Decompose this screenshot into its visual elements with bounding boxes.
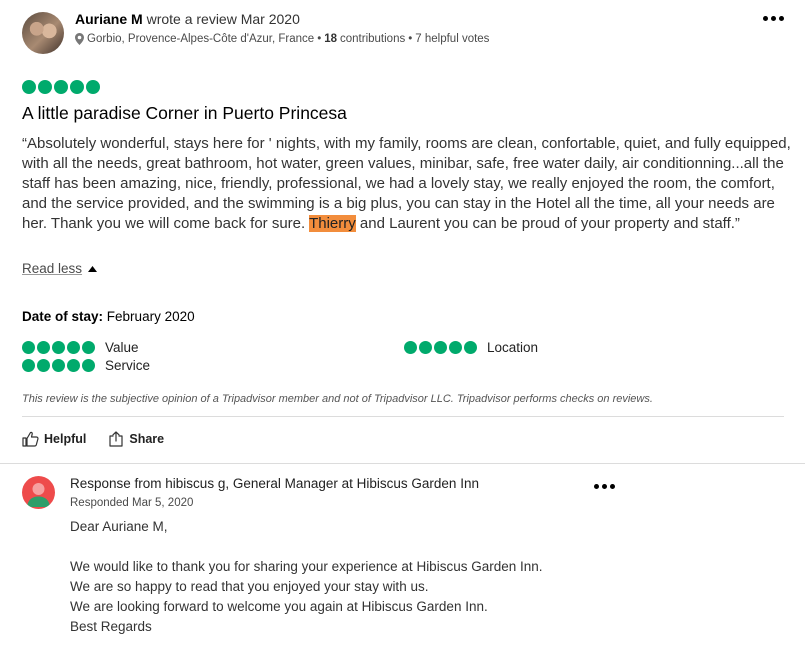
subrating-bubbles [404, 341, 477, 354]
review-body-text: and Laurent you can be proud of your pro… [355, 215, 740, 232]
subrating-bubbles [22, 341, 95, 354]
rating-bubble-icon [70, 80, 84, 94]
rating-bubble-icon [434, 341, 447, 354]
rating-bubble-icon [54, 80, 68, 94]
date-of-stay-value: February 2020 [106, 309, 195, 324]
review-body: “Absolutely wonderful, stays here for ' … [22, 134, 792, 234]
date-of-stay: Date of stay: February 2020 [22, 309, 195, 324]
caret-up-icon [88, 265, 98, 272]
rating-bubble-icon [52, 341, 65, 354]
contributions-label: contributions [340, 33, 406, 45]
divider [22, 416, 784, 417]
rating-bubble-icon [52, 359, 65, 372]
review-wrote-text: wrote a review Mar 2020 [146, 11, 300, 27]
share-label: Share [129, 432, 165, 446]
divider [0, 463, 805, 464]
rating-bubble-icon [22, 80, 36, 94]
reviewer-meta: Gorbio, Provence-Alpes-Côte d'Azur, Fran… [75, 33, 489, 45]
thumbs-up-icon [22, 431, 39, 447]
subrating-value: Value [22, 340, 139, 355]
response-date: Responded Mar 5, 2020 [70, 497, 194, 509]
share-button[interactable]: Share [108, 431, 164, 447]
rating-bubble-icon [404, 341, 417, 354]
rating-bubble-icon [67, 359, 80, 372]
subrating-bubbles [22, 359, 95, 372]
rating-bubble-icon [37, 359, 50, 372]
rating-bubble-icon [37, 341, 50, 354]
rating-bubble-icon [419, 341, 432, 354]
rating-bubble-icon [86, 80, 100, 94]
date-of-stay-label: Date of stay: [22, 309, 104, 324]
read-less-label: Read less [22, 261, 83, 276]
location-pin-icon [75, 33, 84, 45]
subrating-label: Value [105, 340, 139, 355]
contributions-count: 18 [324, 33, 338, 45]
reviewer-location: Gorbio, Provence-Alpes-Côte d'Azur, Fran… [87, 33, 315, 45]
review-title[interactable]: A little paradise Corner in Puerto Princ… [22, 103, 347, 124]
response-more-options-icon[interactable] [594, 484, 615, 489]
review-highlight: Thierry [309, 215, 356, 232]
more-options-icon[interactable] [763, 16, 784, 21]
subrating-service: Service [22, 358, 150, 373]
read-less-toggle[interactable]: Read less [22, 261, 98, 276]
review-disclaimer: This review is the subjective opinion of… [22, 393, 653, 405]
meta-separator: • [317, 33, 322, 45]
subrating-location: Location [404, 340, 538, 355]
meta-separator: • [408, 33, 413, 45]
subrating-label: Location [487, 340, 539, 355]
reviewer-name[interactable]: Auriane M [75, 11, 143, 27]
rating-bubble-icon [464, 341, 477, 354]
review-actions: Helpful Share [22, 431, 164, 447]
subrating-label: Service [105, 358, 151, 373]
helpful-button[interactable]: Helpful [22, 431, 86, 447]
response-header: Response from hibiscus g, General Manage… [70, 476, 479, 491]
rating-bubble-icon [22, 359, 35, 372]
reviewer-avatar[interactable] [22, 12, 64, 54]
overall-rating-bubbles [22, 80, 100, 94]
review-header: Auriane M wrote a review Mar 2020 [75, 11, 300, 27]
response-body: Dear Auriane M, We would like to thank y… [70, 519, 543, 634]
rating-bubble-icon [38, 80, 52, 94]
rating-bubble-icon [449, 341, 462, 354]
rating-bubble-icon [22, 341, 35, 354]
share-icon [108, 431, 124, 447]
helpful-label: Helpful [44, 432, 87, 446]
responder-avatar [22, 476, 55, 509]
rating-bubble-icon [82, 341, 95, 354]
helpful-votes: 7 helpful votes [415, 33, 490, 45]
rating-bubble-icon [82, 359, 95, 372]
rating-bubble-icon [67, 341, 80, 354]
